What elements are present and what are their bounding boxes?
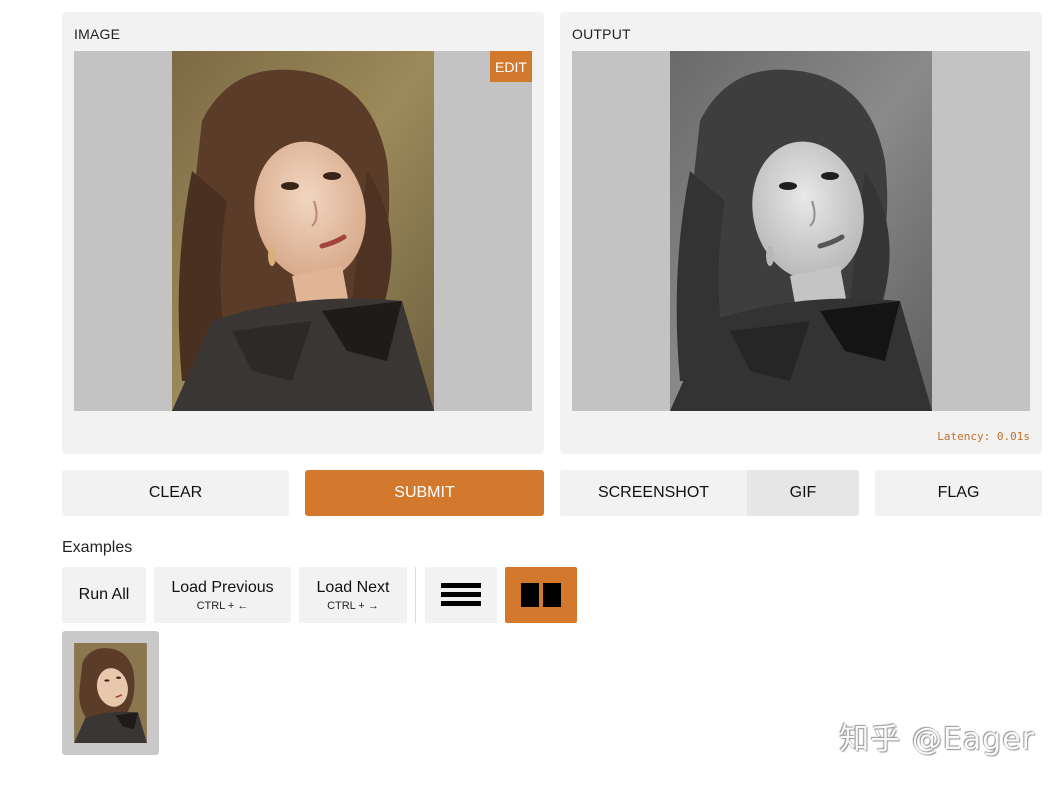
latency-text: Latency: 0.01s <box>937 430 1030 443</box>
load-previous-shortcut: CTRL + ← <box>196 599 249 612</box>
input-label: IMAGE <box>74 26 121 42</box>
load-next-shortcut: CTRL + → <box>327 599 379 612</box>
input-panel: IMAGE EDIT <box>62 12 544 454</box>
output-photo <box>670 51 932 411</box>
load-previous-label: Load Previous <box>171 578 274 596</box>
input-image-area[interactable]: EDIT <box>74 51 532 411</box>
list-view-button[interactable] <box>425 567 497 623</box>
flag-button[interactable]: FLAG <box>875 470 1042 516</box>
examples-title: Examples <box>62 539 133 556</box>
submit-button[interactable]: SUBMIT <box>305 470 544 516</box>
input-photo <box>172 51 434 411</box>
edit-button[interactable]: EDIT <box>490 51 532 82</box>
list-view-icon <box>441 583 481 606</box>
load-next-button[interactable]: Load Next CTRL + → <box>299 567 407 623</box>
output-label: OUTPUT <box>572 26 631 42</box>
examples-divider <box>415 567 416 623</box>
watermark: 知乎 @Eager <box>839 722 1035 757</box>
run-all-label: Run All <box>78 586 130 603</box>
screenshot-button[interactable]: SCREENSHOT <box>560 470 747 516</box>
run-all-button[interactable]: Run All <box>62 567 146 623</box>
example-thumbnail[interactable] <box>62 631 159 755</box>
output-panel: OUTPUT Latency: 0.01s <box>560 12 1042 454</box>
gif-button[interactable]: GIF <box>747 470 859 516</box>
grid-view-button[interactable] <box>505 567 577 623</box>
clear-button[interactable]: CLEAR <box>62 470 289 516</box>
load-next-label: Load Next <box>316 578 390 596</box>
output-image-area <box>572 51 1030 411</box>
example-thumbnail-image <box>74 643 147 743</box>
grid-view-icon <box>521 583 561 607</box>
load-previous-button[interactable]: Load Previous CTRL + ← <box>154 567 291 623</box>
